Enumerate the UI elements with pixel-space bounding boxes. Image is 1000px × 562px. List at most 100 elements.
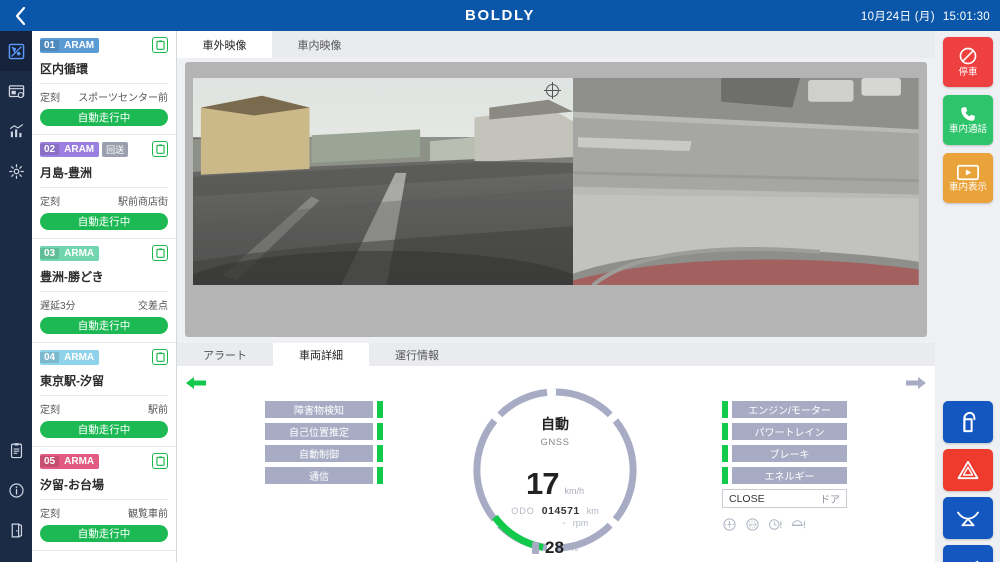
status-bar-label: 通信 — [265, 467, 373, 484]
route-status-badge: 自動走行中 — [40, 213, 168, 230]
detail-tab[interactable]: 運行情報 — [369, 343, 465, 366]
route-punctuality: 遅延3分 — [40, 297, 76, 312]
route-list-sidebar[interactable]: 01ARAM区内循環定刻スポーツセンター前自動走行中02ARAM回送月島-豊洲定… — [32, 31, 177, 562]
route-card[interactable]: 02ARAM回送月島-豊洲定刻駅前商店街自動走行中 — [32, 135, 176, 239]
route-badge: 01ARAM — [40, 38, 99, 53]
route-card[interactable]: 04ARMA東京駅-汐留定刻駅前自動走行中 — [32, 343, 176, 447]
stop-vehicle-button[interactable]: 停車 — [943, 37, 993, 87]
clipboard-icon[interactable] — [152, 245, 168, 261]
route-vehicle-name: ARAM — [59, 40, 99, 51]
route-status-badge: 自動走行中 — [40, 317, 168, 334]
clipboard-icon[interactable] — [152, 141, 168, 157]
route-head: 03ARMA — [40, 245, 168, 261]
status-led — [722, 423, 728, 440]
clipboard-icon[interactable] — [152, 453, 168, 469]
route-next-stop: 駅前商店街 — [118, 193, 168, 208]
clock-time: 15:01:30 — [943, 11, 990, 23]
intercom-call-button[interactable]: 車内通話 — [943, 95, 993, 145]
arrow-left-icon — [185, 376, 207, 390]
route-status-badge: 自動走行中 — [40, 109, 168, 126]
route-badge: 03ARMA — [40, 246, 99, 261]
rpm-unit: rpm — [573, 518, 589, 528]
app-brand: BOLDLY — [0, 7, 1000, 24]
door-button[interactable] — [943, 401, 993, 443]
battery-icon — [532, 542, 539, 554]
route-badge: 02ARAM — [40, 142, 99, 157]
route-badge: 04ARMA — [40, 350, 99, 365]
interior-display-label: 車内表示 — [949, 183, 987, 193]
sidebar-item-info[interactable] — [0, 470, 32, 510]
control-rail: 停車 車内通話 車内表示 — [935, 31, 1000, 562]
route-next-stop: スポーツセンター前 — [78, 89, 168, 104]
route-vehicle-name: ARMA — [59, 248, 99, 259]
clipboard-icon[interactable] — [152, 349, 168, 365]
route-card[interactable]: 03ARMA豊洲-勝どき遅延3分交差点自動走行中 — [32, 239, 176, 343]
route-head: 05ARMA — [40, 453, 168, 469]
clipboard-lock-icon — [8, 442, 25, 459]
clipboard-icon[interactable] — [152, 37, 168, 53]
status-led — [377, 423, 383, 440]
route-divider — [40, 187, 168, 188]
schedule-board-icon — [8, 83, 25, 100]
route-divider — [40, 395, 168, 396]
route-divider — [40, 499, 168, 500]
route-name: 区内循環 — [40, 60, 168, 77]
route-number: 02 — [40, 144, 59, 155]
route-meta: 定刻駅前 — [40, 401, 168, 416]
route-status-badge: 自動走行中 — [40, 421, 168, 438]
route-punctuality: 定刻 — [40, 193, 60, 208]
detail-tabstrip[interactable]: アラート車両詳細運行情報 — [177, 343, 935, 366]
odometer-readout: ODO 014571 km — [511, 505, 599, 517]
route-vehicle-name: ARAM — [59, 144, 99, 155]
battery-value: 28 — [545, 538, 564, 558]
horn-button[interactable] — [943, 545, 993, 562]
arrow-right-icon — [905, 376, 927, 390]
route-name: 汐留-お台場 — [40, 476, 168, 493]
camera-view-exterior-left[interactable] — [193, 78, 573, 321]
drive-mode: 自動 — [541, 414, 569, 434]
detail-tab[interactable]: アラート — [177, 343, 273, 366]
route-next-stop: 駅前 — [148, 401, 168, 416]
sidebar-item-dispatch[interactable] — [0, 31, 32, 71]
status-bar-label: パワートレイン — [732, 423, 847, 440]
intercom-call-label: 車内通話 — [949, 125, 987, 135]
sidebar-item-analytics[interactable] — [0, 111, 32, 151]
status-led — [722, 401, 728, 418]
sidebar-item-logout[interactable] — [0, 510, 32, 550]
detail-tab[interactable]: 車両詳細 — [273, 343, 369, 366]
route-card[interactable]: 05ARMA汐留-お台場定刻観覧車前自動走行中 — [32, 447, 176, 551]
sidebar-item-schedule[interactable] — [0, 71, 32, 111]
vehicle-system-bar-list: エンジン/モーターパワートレインブレーキエネルギー — [722, 401, 847, 484]
lamp-warning-icon — [791, 517, 806, 532]
logout-door-icon — [8, 522, 25, 539]
sidebar-item-reports[interactable] — [0, 430, 32, 470]
sidebar-item-settings[interactable] — [0, 151, 32, 191]
turn-signal-right — [905, 376, 927, 393]
camera-tab[interactable]: 車外映像 — [177, 31, 272, 58]
status-led — [377, 445, 383, 462]
speed-gauge: 自動 GNSS 17 km/h ODO 014571 km - — [469, 384, 641, 556]
camera-view-exterior-right[interactable] — [573, 78, 919, 321]
odometer-unit: km — [587, 506, 599, 516]
vehicle-detail-panel: 障害物検知自己位置推定自動制御通信 エンジン/モーターパワートレインブレーキエネ… — [177, 366, 935, 562]
route-card[interactable]: 01ARAM区内循環定刻スポーツセンター前自動走行中 — [32, 31, 176, 135]
status-bar-label: エンジン/モーター — [732, 401, 847, 418]
camera-tab[interactable]: 車内映像 — [272, 31, 367, 58]
route-number: 01 — [40, 40, 59, 51]
horn-icon — [956, 557, 980, 562]
route-divider — [40, 291, 168, 292]
odometer-value: 014571 — [542, 505, 580, 517]
time-warning-icon — [768, 517, 783, 532]
camera-tabstrip[interactable]: 車外映像車内映像 — [177, 31, 935, 58]
camera-panel — [185, 62, 927, 337]
status-bar-label: 自動制御 — [265, 445, 373, 462]
clock-date: 10月24日 (月) — [861, 11, 935, 23]
turn-signal-left — [185, 376, 207, 393]
wiper-button[interactable] — [943, 497, 993, 539]
hazard-triangle-icon — [957, 460, 979, 480]
hazard-button[interactable] — [943, 449, 993, 491]
interior-display-button[interactable]: 車内表示 — [943, 153, 993, 203]
warning-icon-row: ABS — [722, 517, 847, 532]
gauge-readouts: 自動 GNSS 17 km/h ODO 014571 km - — [469, 384, 641, 556]
status-bar-label: エネルギー — [732, 467, 847, 484]
